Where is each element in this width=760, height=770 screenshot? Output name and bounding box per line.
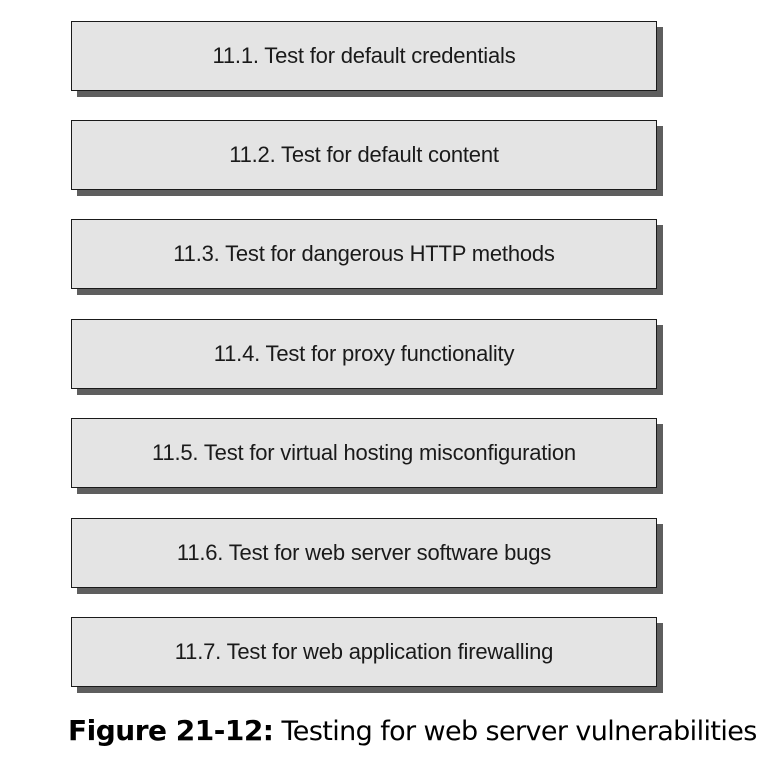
step-label: 11.6. Test for web server software bugs: [176, 540, 552, 565]
step-list: 11.1. Test for default credentials 11.2.…: [0, 0, 760, 700]
step-box: 11.1. Test for default credentials: [71, 21, 657, 91]
step-box: 11.4. Test for proxy functionality: [71, 319, 657, 389]
figure-number: Figure 21-12:: [68, 714, 274, 747]
step-label: 11.2. Test for default content: [229, 142, 499, 167]
step-box: 11.2. Test for default content: [71, 120, 657, 190]
step-label: 11.3. Test for dangerous HTTP methods: [173, 241, 555, 266]
step-box: 11.5. Test for virtual hosting misconfig…: [71, 418, 657, 488]
step-label: 11.5. Test for virtual hosting misconfig…: [152, 440, 576, 465]
figure-title: Testing for web server vulnerabilities: [281, 716, 758, 747]
figure-caption: Figure 21-12: Testing for web server vuln…: [68, 714, 757, 747]
step-box: 11.3. Test for dangerous HTTP methods: [71, 219, 657, 289]
step-box: 11.7. Test for web application firewalli…: [71, 617, 657, 687]
step-label: 11.7. Test for web application firewalli…: [174, 639, 554, 664]
step-box: 11.6. Test for web server software bugs: [71, 518, 657, 588]
step-label: 11.1. Test for default credentials: [212, 43, 516, 68]
step-label: 11.4. Test for proxy functionality: [213, 341, 515, 366]
